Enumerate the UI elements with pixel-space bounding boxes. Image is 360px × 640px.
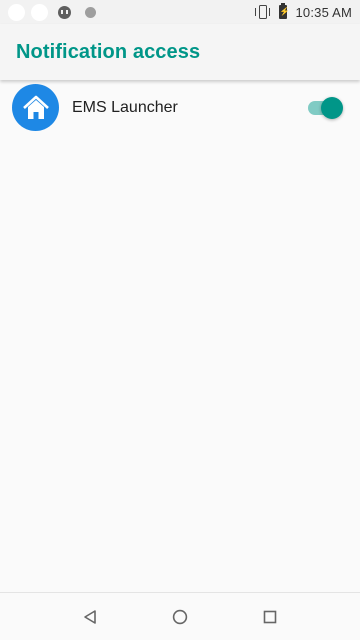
hangouts-icon xyxy=(58,5,71,19)
back-button[interactable] xyxy=(78,605,102,629)
notification-dot-icon xyxy=(8,3,25,21)
notification-dot-icon xyxy=(31,3,48,21)
navigation-bar xyxy=(0,592,360,640)
home-icon xyxy=(12,84,59,131)
vibrate-icon xyxy=(255,5,271,19)
app-label: EMS Launcher xyxy=(72,99,178,116)
status-left xyxy=(8,3,96,21)
list-item-ems-launcher[interactable]: EMS Launcher xyxy=(0,80,360,136)
notification-circle-icon xyxy=(85,6,96,18)
app-bar: Notification access xyxy=(0,24,360,80)
status-bar: 10:35 AM xyxy=(0,0,360,24)
notification-access-toggle[interactable] xyxy=(308,97,343,119)
page-title: Notification access xyxy=(16,40,201,63)
clock: 10:35 AM xyxy=(295,4,352,20)
home-button[interactable] xyxy=(168,605,192,629)
recents-button[interactable] xyxy=(258,605,282,629)
status-right: 10:35 AM xyxy=(255,3,352,20)
toggle-thumb xyxy=(321,97,343,119)
battery-charging-icon xyxy=(279,3,288,19)
recents-icon xyxy=(263,610,277,624)
home-circle-icon xyxy=(172,609,188,625)
back-icon xyxy=(84,610,96,624)
